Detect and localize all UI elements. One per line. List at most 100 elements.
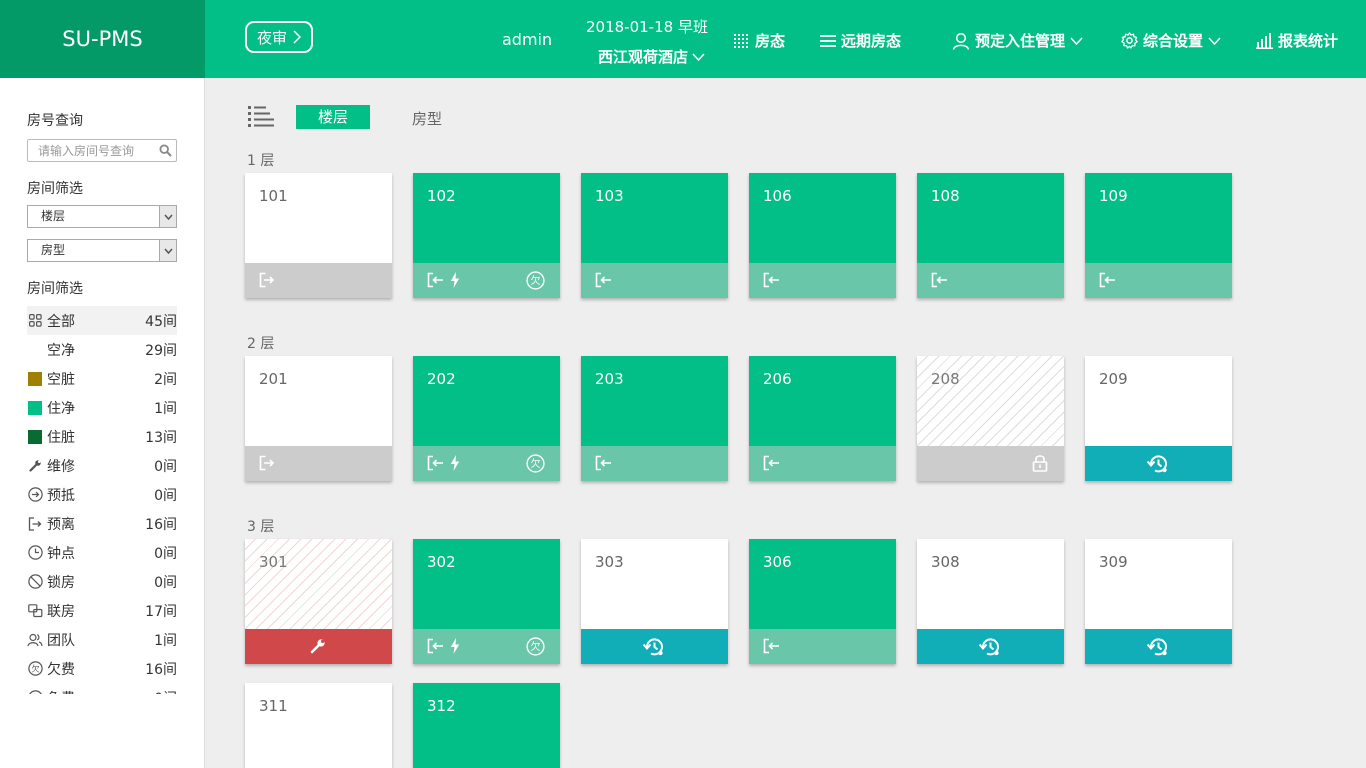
checkin-icon xyxy=(427,272,443,288)
tab-floor[interactable]: 楼层 xyxy=(296,105,370,129)
floor-select[interactable]: 楼层 xyxy=(27,205,177,228)
room-number: 309 xyxy=(1099,553,1128,571)
filter-count: 2间 xyxy=(154,371,177,388)
room-card[interactable]: 306 xyxy=(749,539,896,664)
filter-arriving[interactable]: 预抵 0间 xyxy=(27,480,177,509)
nav-settings[interactable]: 综合设置 xyxy=(1121,30,1221,51)
lightning-icon xyxy=(450,455,460,471)
list-icon xyxy=(820,34,836,47)
room-status-bar: 欠 xyxy=(413,263,560,298)
room-card[interactable]: 203 xyxy=(581,356,728,481)
filter-team[interactable]: 团队 1间 xyxy=(27,625,177,654)
nav-settings-label: 综合设置 xyxy=(1143,32,1204,50)
filter-count: 1间 xyxy=(154,632,177,649)
room-number: 103 xyxy=(595,187,624,205)
filter-owing[interactable]: 欠 欠费 16间 xyxy=(27,654,177,683)
room-card[interactable]: 309 xyxy=(1085,539,1232,664)
room-type-select-value: 房型 xyxy=(41,243,66,257)
room-search-box xyxy=(27,139,177,162)
room-status-bar xyxy=(917,446,1064,481)
room-card[interactable]: 206 xyxy=(749,356,896,481)
filter-count: 29间 xyxy=(145,342,177,359)
filter-label: 预离 xyxy=(47,516,75,533)
room-number: 102 xyxy=(427,187,456,205)
filter-vacant-clean[interactable]: 空净 29间 xyxy=(27,335,177,364)
search-title: 房号查询 xyxy=(27,113,83,129)
room-card[interactable]: 311 xyxy=(245,683,392,768)
lock-icon xyxy=(1032,455,1048,472)
filter-label: 空净 xyxy=(47,342,75,359)
bar-chart-icon xyxy=(1256,32,1273,49)
room-status-bar xyxy=(1085,629,1232,664)
room-card[interactable]: 108 xyxy=(917,173,1064,298)
filter-departing[interactable]: 预离 16间 xyxy=(27,509,177,538)
room-type-select[interactable]: 房型 xyxy=(27,239,177,262)
room-number: 303 xyxy=(595,553,624,571)
room-card[interactable]: 303 xyxy=(581,539,728,664)
tab-room-type[interactable]: 房型 xyxy=(412,108,442,129)
room-search-input[interactable] xyxy=(28,140,154,162)
hotel-selector[interactable]: 西江观荷酒店 xyxy=(598,46,705,67)
room-number: 201 xyxy=(259,370,288,388)
room-number: 312 xyxy=(427,697,456,715)
filter-label: 住脏 xyxy=(47,429,75,446)
list-view-icon[interactable] xyxy=(248,106,274,127)
filter-count: 45间 xyxy=(145,313,177,330)
night-audit-label: 夜审 xyxy=(257,28,288,47)
lightning-icon xyxy=(450,638,460,654)
floor-select-value: 楼层 xyxy=(41,209,66,223)
arrive-icon xyxy=(27,487,43,503)
room-card[interactable]: 301 xyxy=(245,539,392,664)
filter-occupied-clean[interactable]: 住净 1间 xyxy=(27,393,177,422)
filter-label: 维修 xyxy=(47,458,75,475)
filter-label: 空脏 xyxy=(47,371,75,388)
room-card[interactable]: 308 xyxy=(917,539,1064,664)
room-card[interactable]: 201 xyxy=(245,356,392,481)
room-number: 208 xyxy=(931,370,960,388)
filter-vacant-dirty[interactable]: 空脏 2间 xyxy=(27,364,177,393)
room-card[interactable]: 208 xyxy=(917,356,1064,481)
room-card[interactable]: 106 xyxy=(749,173,896,298)
grid-icon xyxy=(27,313,43,329)
nav-room-status[interactable]: 房态 xyxy=(734,30,785,51)
search-icon[interactable] xyxy=(159,144,172,157)
owe-icon: 欠 xyxy=(526,271,545,290)
room-status-bar: 欠 xyxy=(413,629,560,664)
filter-repair[interactable]: 维修 0间 xyxy=(27,451,177,480)
room-status-bar xyxy=(245,446,392,481)
nav-booking[interactable]: 预定入住管理 xyxy=(952,30,1083,51)
room-card[interactable]: 209 xyxy=(1085,356,1232,481)
filter-all[interactable]: 全部 45间 xyxy=(27,306,177,335)
color-swatch xyxy=(27,429,43,445)
room-card[interactable]: 202 欠 xyxy=(413,356,560,481)
room-card[interactable]: 101 xyxy=(245,173,392,298)
chevron-down-icon xyxy=(159,206,176,227)
clock-history-icon xyxy=(1146,455,1167,473)
filter-label: 钟点 xyxy=(47,545,75,562)
room-card[interactable]: 103 xyxy=(581,173,728,298)
filter-label: 锁房 xyxy=(47,574,75,591)
user-icon xyxy=(952,32,970,50)
room-card[interactable]: 302 欠 xyxy=(413,539,560,664)
room-number: 301 xyxy=(259,553,288,571)
checkin-icon xyxy=(763,455,779,471)
room-card[interactable]: 109 xyxy=(1085,173,1232,298)
nav-reports[interactable]: 报表统计 xyxy=(1256,30,1338,51)
nav-future-status[interactable]: 远期房态 xyxy=(820,30,901,51)
night-audit-button[interactable]: 夜审 xyxy=(245,21,314,53)
checkin-icon xyxy=(595,272,611,288)
filter-free[interactable]: 免 免费 0间 xyxy=(27,683,177,694)
filter-linked[interactable]: 联房 17间 xyxy=(27,596,177,625)
chevron-down-icon xyxy=(159,240,176,261)
wrench-icon xyxy=(310,639,325,654)
room-card[interactable]: 312 xyxy=(413,683,560,768)
filter-occupied-dirty[interactable]: 住脏 13间 xyxy=(27,422,177,451)
room-number: 311 xyxy=(259,697,288,715)
filter-hourly[interactable]: 钟点 0间 xyxy=(27,538,177,567)
room-card[interactable]: 102 欠 xyxy=(413,173,560,298)
svg-text:欠: 欠 xyxy=(531,274,541,287)
filter-locked[interactable]: 锁房 0间 xyxy=(27,567,177,596)
owe-icon: 欠 xyxy=(526,454,545,473)
owe-icon: 欠 xyxy=(27,661,43,677)
checkin-icon xyxy=(763,638,779,654)
